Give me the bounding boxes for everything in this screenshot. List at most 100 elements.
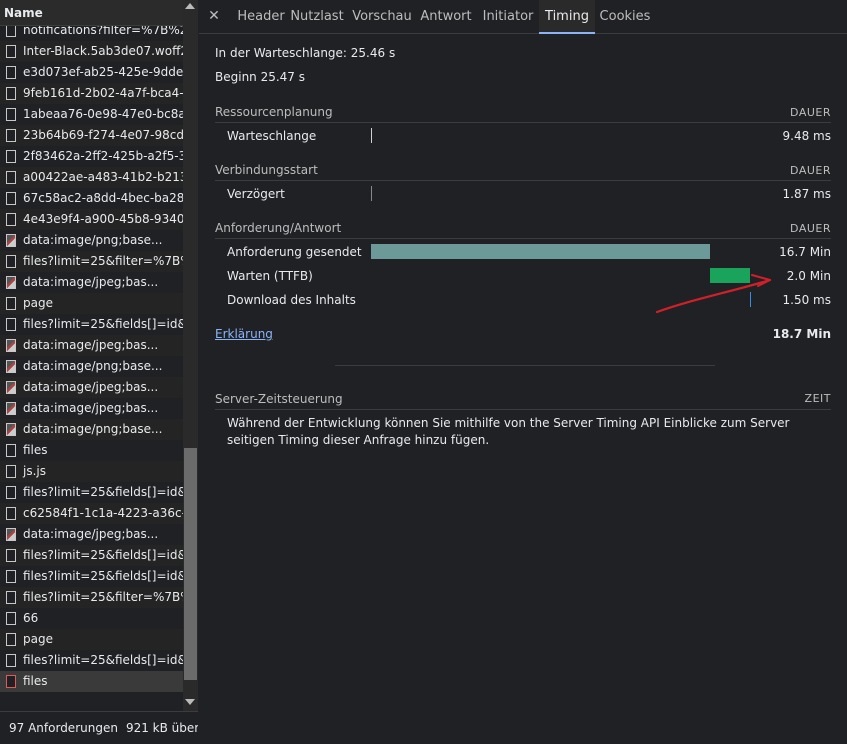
request-row[interactable]: data:image/jpeg;bas...	[0, 524, 183, 545]
request-row[interactable]: data:image/jpeg;bas...	[0, 398, 183, 419]
file-icon	[6, 633, 16, 646]
file-icon	[6, 465, 16, 478]
section-divider	[215, 122, 831, 123]
file-icon	[6, 150, 16, 163]
image-icon	[6, 339, 16, 352]
request-name: 1abeaa76-0e98-47e0-bc8a-36	[23, 107, 183, 121]
request-row[interactable]: js.js	[0, 461, 183, 482]
name-column-header[interactable]: Name	[0, 0, 183, 26]
scroll-up-arrow-icon[interactable]	[185, 3, 195, 9]
file-icon	[6, 171, 16, 184]
duration-column-label: DAUER	[790, 106, 831, 119]
request-name: data:image/jpeg;bas...	[23, 527, 159, 541]
file-icon	[6, 66, 16, 79]
request-row[interactable]: files?limit=25&filter=%7B%22	[0, 251, 183, 272]
request-row[interactable]: 1abeaa76-0e98-47e0-bc8a-36	[0, 104, 183, 125]
request-row[interactable]: 23b64b69-f274-4e07-98cd-62	[0, 125, 183, 146]
request-name: js.js	[23, 464, 46, 478]
request-row[interactable]: 2f83462a-2ff2-425b-a2f5-343	[0, 146, 183, 167]
request-row[interactable]: files?limit=25&fields[]=id&fie	[0, 314, 183, 335]
request-row[interactable]: files	[0, 671, 183, 692]
request-row[interactable]: data:image/png;base...	[0, 419, 183, 440]
transferred-size: 921 kB übertrag	[125, 721, 198, 735]
request-row[interactable]: c62584f1-1c1a-4223-a36c-a5e	[0, 503, 183, 524]
tab-cookies[interactable]: Cookies	[597, 0, 653, 34]
request-row[interactable]: files?limit=25&fields[]=id&fie	[0, 566, 183, 587]
file-icon	[6, 507, 16, 520]
file-icon	[6, 26, 16, 37]
request-row[interactable]: data:image/jpeg;bas...	[0, 272, 183, 293]
request-name: files?limit=25&filter=%7B%22	[23, 590, 183, 604]
request-row[interactable]: data:image/jpeg;bas...	[0, 377, 183, 398]
file-icon	[6, 612, 16, 625]
image-icon	[6, 381, 16, 394]
close-icon[interactable]: ✕	[207, 9, 221, 23]
phase-value-waiting: 2.0 Min	[786, 269, 831, 283]
file-icon	[6, 570, 16, 583]
started-at: Beginn 25.47 s	[215, 70, 306, 84]
request-row[interactable]: files?limit=25&fields[]=id&fie	[0, 650, 183, 671]
resource-scheduling-title: Ressourcenplanung	[215, 105, 333, 119]
status-bar: 97 Anforderungen 921 kB übertrag	[0, 711, 198, 744]
scroll-down-arrow-icon[interactable]	[185, 699, 195, 705]
server-timing-title: Server-Zeitsteuerung	[215, 392, 343, 406]
request-name: 2f83462a-2ff2-425b-a2f5-343	[23, 149, 183, 163]
request-rows: notifications?filter=%7B%22_a Inter-Black…	[0, 26, 183, 711]
request-row[interactable]: data:image/png;base...	[0, 230, 183, 251]
request-row[interactable]: files?limit=25&fields[]=id&fie	[0, 545, 183, 566]
request-row[interactable]: files?limit=25&fields[]=id&fie	[0, 482, 183, 503]
request-name: c62584f1-1c1a-4223-a36c-a5e	[23, 506, 183, 520]
tab-antwort[interactable]: Antwort	[417, 0, 475, 34]
request-name: 66	[23, 611, 39, 625]
request-name: e3d073ef-ab25-425e-9dde-40	[23, 65, 183, 79]
file-icon	[6, 192, 16, 205]
content-download-bar	[750, 292, 751, 307]
phase-label-queueing: Warteschlange	[227, 129, 317, 143]
detail-tab-bar: ✕ Header Nutzlast Vorschau Antwort Initi…	[199, 0, 847, 34]
connection-start-title: Verbindungsstart	[215, 163, 318, 177]
duration-column-label: DAUER	[790, 164, 831, 177]
file-icon	[6, 654, 16, 667]
request-row[interactable]: e3d073ef-ab25-425e-9dde-40	[0, 62, 183, 83]
request-row[interactable]: 4e43e9f4-a900-45b8-9340-fc	[0, 209, 183, 230]
tab-header[interactable]: Header	[229, 0, 293, 34]
request-name: data:image/png;base...	[23, 359, 163, 373]
request-name: page	[23, 296, 53, 310]
request-name: files?limit=25&filter=%7B%22	[23, 254, 183, 268]
file-icon	[6, 213, 16, 226]
tab-initiator[interactable]: Initiator	[479, 0, 537, 34]
stalled-bar	[371, 186, 372, 201]
waiting-bar	[710, 268, 750, 283]
request-row[interactable]: Inter-Black.5ab3de07.woff2	[0, 41, 183, 62]
list-scrollbar[interactable]	[183, 0, 198, 711]
request-row[interactable]: 9feb161d-2b02-4a7f-bca4-d9	[0, 83, 183, 104]
request-row[interactable]: 66	[0, 608, 183, 629]
image-icon	[6, 402, 16, 415]
request-row[interactable]: a00422ae-a483-41b2-b213-2c	[0, 167, 183, 188]
request-row[interactable]: page	[0, 293, 183, 314]
phase-label-waiting: Warten (TTFB)	[227, 269, 313, 283]
request-name: files?limit=25&fields[]=id&fie	[23, 548, 183, 562]
file-icon	[6, 297, 16, 310]
request-response-title: Anforderung/Antwort	[215, 221, 342, 235]
file-icon	[6, 591, 16, 604]
tab-nutzlast[interactable]: Nutzlast	[287, 0, 347, 34]
image-icon	[6, 423, 16, 436]
request-row[interactable]: files?limit=25&filter=%7B%22	[0, 587, 183, 608]
request-row[interactable]: notifications?filter=%7B%22_a	[0, 26, 183, 41]
request-name: data:image/jpeg;bas...	[23, 275, 159, 289]
request-row[interactable]: files	[0, 440, 183, 461]
section-divider	[215, 238, 831, 239]
request-name: 23b64b69-f274-4e07-98cd-62	[23, 128, 183, 142]
request-row[interactable]: data:image/jpeg;bas...	[0, 335, 183, 356]
request-row[interactable]: page	[0, 629, 183, 650]
explanation-link[interactable]: Erklärung	[215, 327, 273, 341]
request-name: page	[23, 632, 53, 646]
scroll-thumb[interactable]	[184, 448, 197, 680]
tab-timing[interactable]: Timing	[539, 0, 595, 34]
request-row[interactable]: data:image/png;base...	[0, 356, 183, 377]
tab-vorschau[interactable]: Vorschau	[351, 0, 413, 34]
request-sent-bar	[371, 244, 710, 259]
request-row[interactable]: 67c58ac2-a8dd-4bec-ba28-20	[0, 188, 183, 209]
request-name: data:image/png;base...	[23, 233, 163, 247]
